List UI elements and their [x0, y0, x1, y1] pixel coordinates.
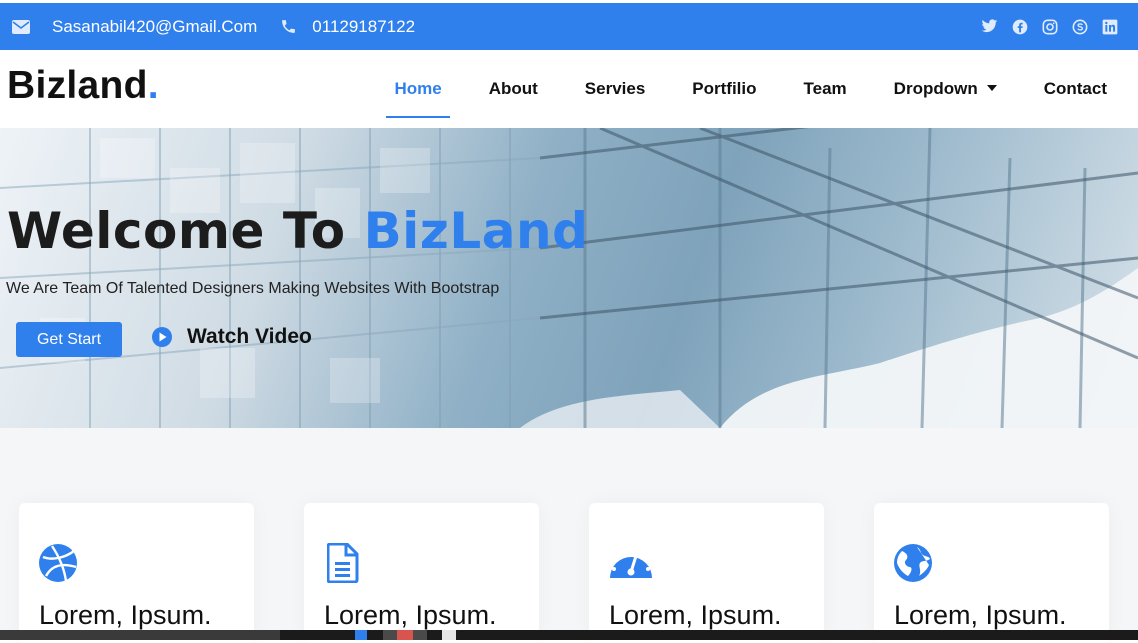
service-card[interactable]: Lorem, Ipsum. [304, 503, 539, 643]
twitter-icon[interactable] [981, 19, 998, 34]
envelope-icon [12, 20, 30, 34]
taskbar-segment [0, 630, 280, 640]
nav-dropdown-label: Dropdown [894, 79, 978, 98]
nav-about[interactable]: About [481, 71, 546, 107]
taskbar-app-icon[interactable] [442, 630, 456, 640]
nav-dropdown[interactable]: Dropdown [886, 71, 1005, 107]
globe-icon [893, 543, 933, 583]
nav-team[interactable]: Team [796, 71, 855, 107]
main-nav: Home About Servies Portfilio Team Dropdo… [386, 50, 1138, 128]
phone-icon [280, 18, 297, 35]
linkedin-icon[interactable] [1102, 19, 1118, 35]
site-header: Bizland. Home About Servies Portfilio Te… [0, 50, 1138, 128]
get-start-button[interactable]: Get Start [16, 322, 122, 357]
nav-portfolio[interactable]: Portfilio [684, 71, 764, 107]
service-card[interactable]: Lorem, Ipsum. [874, 503, 1109, 643]
taskbar-app-icon[interactable] [355, 630, 367, 640]
logo-text: Bizland [7, 64, 148, 107]
nav-home[interactable]: Home [386, 71, 449, 107]
site-logo[interactable]: Bizland. [7, 64, 159, 108]
play-circle-icon [152, 327, 172, 347]
nav-contact[interactable]: Contact [1036, 71, 1115, 107]
social-links [981, 3, 1118, 50]
service-card-title: Lorem, Ipsum. [609, 600, 782, 631]
hero-title-text: Welcome To [7, 202, 364, 260]
hero-section: Welcome To BizLand We Are Team Of Talent… [0, 128, 1138, 428]
email-link[interactable]: Sasanabil420@Gmail.Com [52, 17, 257, 37]
phone-link[interactable]: 01129187122 [312, 17, 415, 37]
service-card-title: Lorem, Ipsum. [324, 600, 497, 631]
hero-title: Welcome To BizLand [7, 202, 588, 260]
dribbble-icon [38, 543, 78, 583]
service-card[interactable]: Lorem, Ipsum. [589, 503, 824, 643]
instagram-icon[interactable] [1042, 19, 1058, 35]
watch-video-link[interactable]: Watch Video [152, 325, 312, 349]
hero-background-image [0, 128, 1138, 428]
facebook-icon[interactable] [1012, 19, 1028, 35]
services-section: Lorem, Ipsum. Lorem, Ipsum. Lorem, Ipsum… [0, 428, 1138, 640]
contact-info: Sasanabil420@Gmail.Com 01129187122 [12, 3, 415, 50]
taskbar-strip [0, 630, 1138, 640]
document-icon [323, 543, 363, 583]
hero-title-brand: BizLand [364, 202, 589, 260]
nav-services[interactable]: Servies [577, 71, 654, 107]
service-card-title: Lorem, Ipsum. [894, 600, 1067, 631]
watch-video-label: Watch Video [187, 325, 312, 349]
service-card-title: Lorem, Ipsum. [39, 600, 212, 631]
hero-subtitle: We Are Team Of Talented Designers Making… [6, 280, 499, 298]
speedometer-icon [608, 543, 654, 583]
taskbar-app-icon[interactable] [397, 630, 413, 640]
top-bar: Sasanabil420@Gmail.Com 01129187122 [0, 3, 1138, 50]
logo-dot: . [148, 64, 159, 107]
chevron-down-icon [987, 85, 997, 91]
service-card[interactable]: Lorem, Ipsum. [19, 503, 254, 643]
skype-icon[interactable] [1072, 19, 1088, 35]
